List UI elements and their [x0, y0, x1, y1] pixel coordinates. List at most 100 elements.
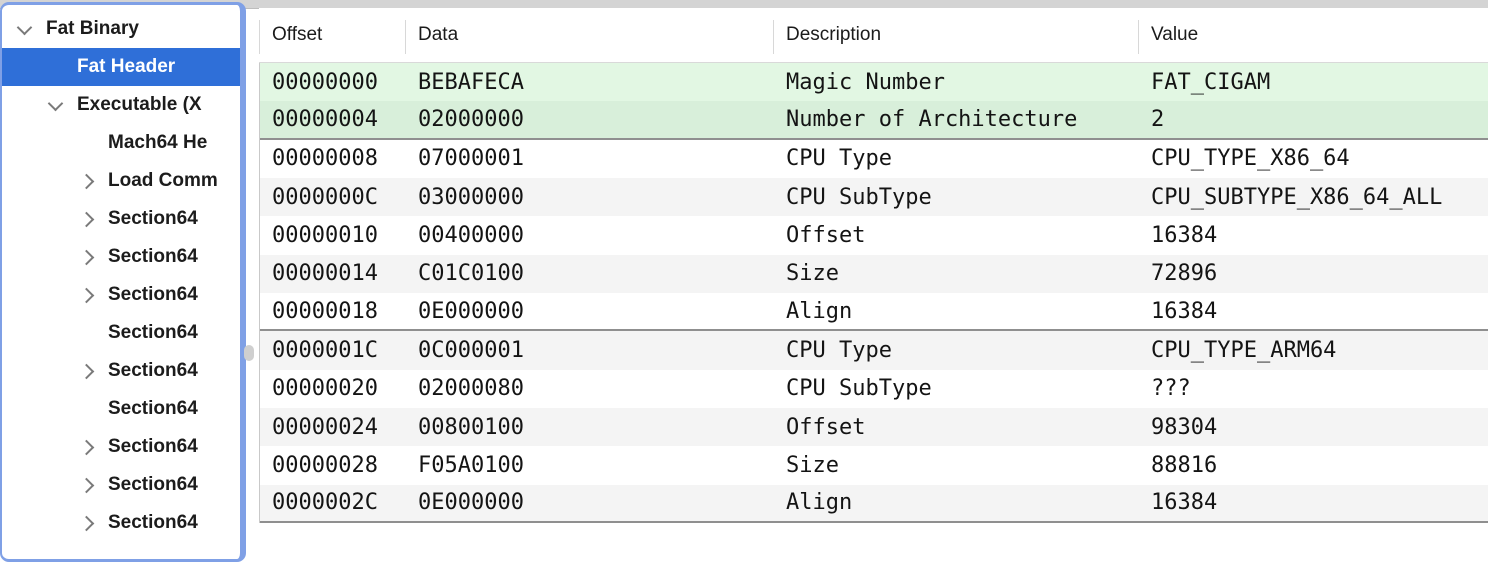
table-row[interactable]: 00000020 02000080 CPU SubType ??? — [260, 370, 1488, 408]
tree-item-label: Section64 — [108, 284, 198, 306]
cell-value: CPU_TYPE_ARM64 — [1139, 338, 1488, 363]
disclosure-chevron-icon[interactable] — [76, 176, 108, 187]
sidebar-outline-panel: Fat Binary Fat Header Executable (X Mach… — [0, 2, 246, 562]
cell-offset: 00000000 — [260, 70, 406, 95]
cell-offset: 00000008 — [260, 146, 406, 171]
tree-item[interactable]: Section64 — [2, 276, 240, 314]
column-header-description[interactable]: Description — [773, 8, 1138, 62]
tree-item[interactable]: Section64 — [2, 428, 240, 466]
cell-data: 0C000001 — [406, 338, 774, 363]
cell-description: Number of Architecture — [774, 107, 1139, 132]
tree-item-label: Load Comm — [108, 170, 218, 192]
cell-data: 00400000 — [406, 223, 774, 248]
cell-data: C01C0100 — [406, 261, 774, 286]
table-row[interactable]: 00000014 C01C0100 Size 72896 — [260, 255, 1488, 293]
cell-offset: 00000010 — [260, 223, 406, 248]
cell-data: BEBAFECA — [406, 70, 774, 95]
cell-data: F05A0100 — [406, 453, 774, 478]
table-row[interactable]: 00000000 BEBAFECA Magic Number FAT_CIGAM — [260, 63, 1488, 101]
cell-description: Size — [774, 261, 1139, 286]
cell-value: CPU_SUBTYPE_X86_64_ALL — [1139, 185, 1488, 210]
table-header: Offset Data Description Value — [259, 8, 1488, 63]
tree-item[interactable]: Executable (X — [2, 86, 240, 124]
cell-value: FAT_CIGAM — [1139, 70, 1488, 95]
table-row[interactable]: 0000002C 0E000000 Align 16384 — [260, 485, 1488, 523]
tree-item-label: Section64 — [108, 360, 198, 382]
cell-description: Align — [774, 299, 1139, 324]
disclosure-chevron-icon[interactable] — [76, 214, 108, 225]
disclosure-chevron-icon[interactable] — [76, 480, 108, 491]
column-header-data[interactable]: Data — [405, 8, 773, 62]
sidebar-scrollbar-thumb[interactable] — [244, 345, 254, 361]
disclosure-chevron-icon[interactable] — [45, 102, 77, 109]
cell-description: Align — [774, 490, 1139, 515]
cell-data: 02000080 — [406, 376, 774, 401]
cell-offset: 00000004 — [260, 107, 406, 132]
cell-offset: 00000028 — [260, 453, 406, 478]
disclosure-chevron-icon[interactable] — [76, 252, 108, 263]
table-body: 00000000 BEBAFECA Magic Number FAT_CIGAM… — [259, 63, 1488, 523]
tree-item[interactable]: Section64 — [2, 238, 240, 276]
cell-description: CPU Type — [774, 146, 1139, 171]
cell-data: 0E000000 — [406, 299, 774, 324]
tree-item[interactable]: Fat Binary — [2, 10, 240, 48]
cell-description: CPU SubType — [774, 185, 1139, 210]
tree-item-label: Section64 — [108, 474, 198, 496]
column-header-value[interactable]: Value — [1138, 8, 1488, 62]
cell-data: 07000001 — [406, 146, 774, 171]
cell-offset: 0000002C — [260, 490, 406, 515]
tree-item-label: Section64 — [108, 436, 198, 458]
cell-value: 72896 — [1139, 261, 1488, 286]
tree-item-label: Section64 — [108, 512, 198, 534]
table-row[interactable]: 00000008 07000001 CPU Type CPU_TYPE_X86_… — [260, 140, 1488, 178]
tree-item[interactable]: Section64 — [2, 352, 240, 390]
cell-offset: 0000000C — [260, 185, 406, 210]
tree-item-label: Fat Header — [77, 56, 175, 78]
disclosure-chevron-icon[interactable] — [76, 366, 108, 377]
cell-description: Magic Number — [774, 70, 1139, 95]
cell-description: CPU SubType — [774, 376, 1139, 401]
disclosure-chevron-icon[interactable] — [14, 26, 46, 33]
cell-description: Size — [774, 453, 1139, 478]
tree-item[interactable]: Section64 — [2, 390, 240, 428]
cell-value: 16384 — [1139, 223, 1488, 248]
tree-item[interactable]: Fat Header — [2, 48, 240, 86]
disclosure-chevron-icon[interactable] — [76, 442, 108, 453]
tree-item[interactable]: Mach64 He — [2, 124, 240, 162]
cell-value: CPU_TYPE_X86_64 — [1139, 146, 1488, 171]
cell-offset: 0000001C — [260, 338, 406, 363]
cell-value: 88816 — [1139, 453, 1488, 478]
binary-structure-tree: Fat Binary Fat Header Executable (X Mach… — [2, 5, 240, 542]
cell-offset: 00000024 — [260, 415, 406, 440]
tree-item[interactable]: Section64 — [2, 504, 240, 542]
cell-value: 16384 — [1139, 299, 1488, 324]
table-row[interactable]: 00000028 F05A0100 Size 88816 — [260, 446, 1488, 484]
cell-offset: 00000020 — [260, 376, 406, 401]
tree-item-label: Section64 — [108, 208, 198, 230]
tree-item[interactable]: Load Comm — [2, 162, 240, 200]
tree-item[interactable]: Section64 — [2, 314, 240, 352]
table-row[interactable]: 00000010 00400000 Offset 16384 — [260, 216, 1488, 254]
cell-offset: 00000014 — [260, 261, 406, 286]
table-row[interactable]: 0000000C 03000000 CPU SubType CPU_SUBTYP… — [260, 178, 1488, 216]
tree-item[interactable]: Section64 — [2, 200, 240, 238]
table-row[interactable]: 00000024 00800100 Offset 98304 — [260, 408, 1488, 446]
disclosure-chevron-icon[interactable] — [76, 290, 108, 301]
cell-description: Offset — [774, 223, 1139, 248]
table-row[interactable]: 00000004 02000000 Number of Architecture… — [260, 101, 1488, 139]
cell-value: ??? — [1139, 376, 1488, 401]
cell-data: 0E000000 — [406, 490, 774, 515]
table-row[interactable]: 0000001C 0C000001 CPU Type CPU_TYPE_ARM6… — [260, 331, 1488, 369]
tree-item-label: Section64 — [108, 398, 198, 420]
tree-item-label: Section64 — [108, 246, 198, 268]
cell-data: 03000000 — [406, 185, 774, 210]
cell-data: 02000000 — [406, 107, 774, 132]
column-header-offset[interactable]: Offset — [259, 8, 405, 62]
cell-value: 2 — [1139, 107, 1488, 132]
table-row[interactable]: 00000018 0E000000 Align 16384 — [260, 293, 1488, 331]
tree-item[interactable]: Section64 — [2, 466, 240, 504]
cell-value: 98304 — [1139, 415, 1488, 440]
hex-field-table: Offset Data Description Value 00000000 B… — [259, 8, 1488, 528]
cell-description: CPU Type — [774, 338, 1139, 363]
disclosure-chevron-icon[interactable] — [76, 518, 108, 529]
